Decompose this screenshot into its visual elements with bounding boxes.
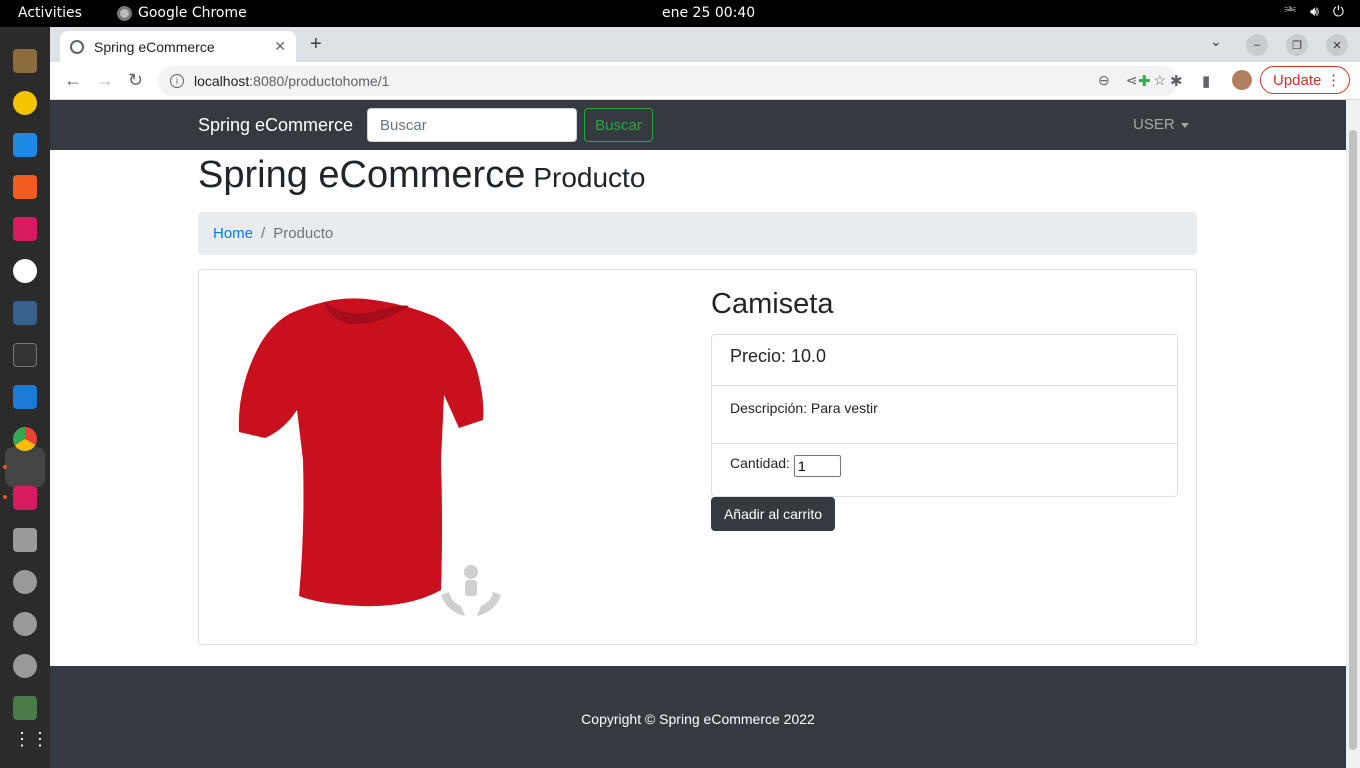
activities-button[interactable]: Activities [18, 5, 82, 21]
running-indicator [3, 495, 7, 499]
navbar-brand[interactable]: Spring eCommerce [198, 115, 353, 136]
chrome-icon [117, 5, 132, 21]
watermark-logo [441, 565, 501, 616]
vscode-icon[interactable] [13, 385, 37, 409]
page-viewport: Spring eCommerce Buscar USER Spring eCom… [50, 100, 1346, 768]
footer-copyright: Copyright © Spring eCommerce 2022 [581, 711, 815, 727]
chrome-icon[interactable] [13, 427, 37, 451]
browser-toolbar: ← → ↻ i localhost:8080/productohome/1 ⊖ … [50, 62, 1360, 100]
tab-search-icon[interactable]: ⌄ [1210, 33, 1222, 50]
running-indicator [3, 465, 7, 469]
user-dropdown-label: USER [1133, 116, 1175, 133]
volume-icon: 🔊︎ [1310, 4, 1319, 20]
forward-button[interactable]: → [96, 70, 114, 90]
share-icon[interactable]: ⋖ [1126, 72, 1138, 89]
dock: ⋮⋮ [0, 27, 50, 768]
app-menu[interactable]: Google Chrome [117, 5, 247, 21]
writer-web-icon[interactable] [13, 259, 37, 283]
disk-icon[interactable] [13, 654, 37, 678]
mysql-workbench-icon[interactable] [13, 301, 37, 325]
address-bar[interactable]: i localhost:8080/productohome/1 ⊖ ⋖ ☆ [158, 66, 1178, 96]
quantity-label: Cantidad: [730, 455, 790, 471]
tab-title: Spring eCommerce [94, 38, 215, 55]
app-name: Google Chrome [138, 5, 247, 21]
writer-icon[interactable] [13, 133, 37, 157]
intellij-icon[interactable] [13, 486, 37, 510]
product-price: Precio: 10.0 [712, 335, 1177, 386]
add-to-cart-button[interactable]: Añadir al carrito [711, 497, 835, 531]
trash-icon[interactable] [13, 696, 37, 720]
product-description: Descripción: Para vestir [712, 386, 1177, 444]
apps-grid-icon[interactable]: ⋮⋮ [13, 729, 49, 753]
product-name: Camiseta [711, 288, 834, 320]
new-tab-button[interactable]: + [310, 33, 322, 56]
system-top-bar: Activities Google Chrome ene 25 00:40 ⎃ … [0, 0, 1360, 27]
profile-avatar[interactable] [1232, 70, 1252, 90]
reload-button[interactable]: ↻ [128, 70, 143, 90]
page-title-sub: Producto [533, 162, 646, 193]
user-dropdown[interactable]: USER [1133, 116, 1189, 133]
search-input[interactable] [367, 108, 577, 142]
minimize-button[interactable]: – [1246, 34, 1268, 56]
url-host: localhost [194, 73, 250, 89]
network-icon: ⎃ [1284, 4, 1297, 20]
site-navbar: Spring eCommerce Buscar USER [50, 100, 1346, 150]
tab-strip: Spring eCommerce ✕ + ⌄ – ❐ ✕ [50, 27, 1360, 62]
clock[interactable]: ene 25 00:40 [662, 5, 755, 21]
breadcrumb: Home / Producto [198, 212, 1197, 255]
tab-spring-ecommerce[interactable]: Spring eCommerce ✕ [60, 31, 296, 62]
menu-dots-icon: ⋮ [1326, 72, 1341, 89]
rhythmbox-icon[interactable] [13, 91, 37, 115]
extension-plus-icon[interactable]: ✚ [1138, 72, 1151, 90]
page-scrollbar[interactable] [1346, 100, 1360, 768]
software-icon[interactable] [13, 175, 37, 199]
usb-icon[interactable] [13, 528, 37, 552]
power-icon: ⏻ [1332, 4, 1344, 20]
zoom-icon[interactable]: ⊖ [1098, 72, 1110, 89]
breadcrumb-home-link[interactable]: Home [213, 225, 253, 242]
side-panel-icon[interactable]: ▮ [1202, 72, 1210, 90]
active-app-highlight [5, 447, 45, 487]
site-footer: Copyright © Spring eCommerce 2022 [50, 666, 1346, 768]
page-title-main: Spring eCommerce [198, 154, 526, 196]
back-button[interactable]: ← [64, 70, 82, 90]
terminal-icon[interactable] [13, 343, 37, 367]
breadcrumb-current: Producto [273, 225, 334, 242]
extensions-puzzle-icon[interactable]: ✱ [1170, 72, 1183, 90]
files-icon[interactable] [13, 49, 37, 73]
search-button[interactable]: Buscar [584, 108, 653, 142]
update-label: Update [1273, 71, 1322, 89]
close-window-button[interactable]: ✕ [1326, 34, 1348, 56]
intellij-icon[interactable] [13, 217, 37, 241]
globe-icon [70, 39, 84, 54]
product-image [238, 298, 501, 616]
breadcrumb-separator: / [261, 225, 266, 242]
restore-button[interactable]: ❐ [1286, 34, 1308, 56]
product-details-list: Precio: 10.0 Descripción: Para vestir Ca… [711, 334, 1178, 497]
page-title: Spring eCommerce Producto [198, 154, 645, 197]
disk-icon[interactable] [13, 570, 37, 594]
system-tray[interactable]: ⎃ 🔊︎ ⏻ [1284, 4, 1344, 20]
scrollbar-thumb[interactable] [1349, 130, 1357, 750]
quantity-row: Cantidad: [712, 444, 1177, 496]
bookmark-star-icon[interactable]: ☆ [1153, 72, 1166, 89]
update-button[interactable]: Update ⋮ [1260, 66, 1350, 94]
product-card: Camiseta Precio: 10.0 Descripción: Para … [198, 269, 1197, 645]
close-tab-icon[interactable]: ✕ [274, 38, 286, 55]
site-info-icon[interactable]: i [170, 74, 184, 88]
disk-icon[interactable] [13, 612, 37, 636]
quantity-input[interactable] [793, 455, 841, 477]
caret-down-icon [1180, 122, 1189, 128]
url-path: :8080/productohome/1 [249, 73, 390, 89]
tshirt-shape [238, 298, 484, 607]
